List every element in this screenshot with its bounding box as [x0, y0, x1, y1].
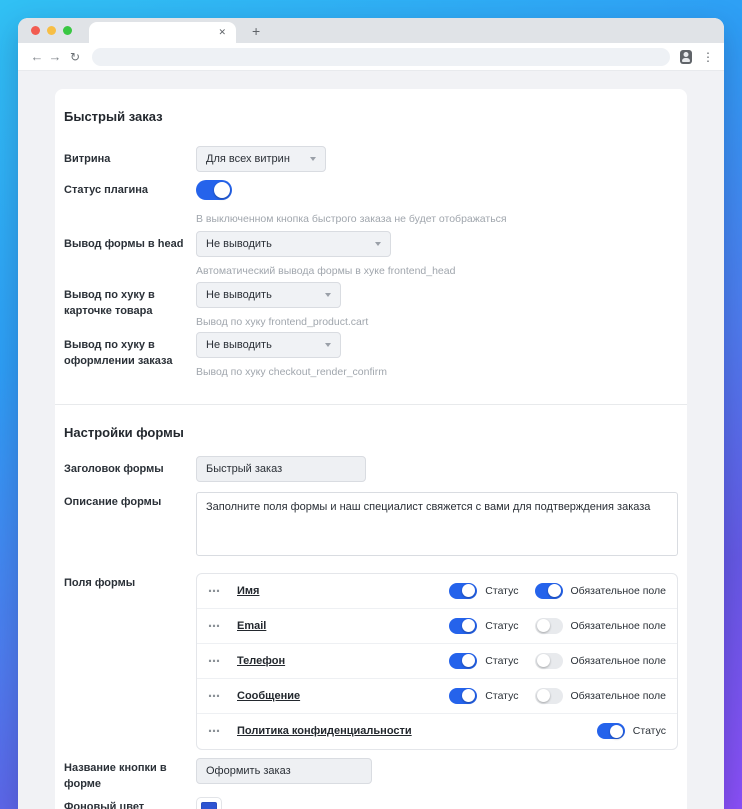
button-bg-color-swatch [201, 802, 217, 809]
field-required-label: Обязательное поле [571, 620, 667, 632]
field-row-message: ⋯ Сообщение Статус Обязательное поле [197, 679, 677, 714]
product-hook-select[interactable]: Не выводить [196, 282, 341, 308]
form-fields-list: ⋯ Имя Статус Обязательное поле ⋯ Em [196, 573, 678, 750]
field-required-toggle[interactable] [535, 583, 563, 599]
plugin-status-help: В выключенном кнопка быстрого заказа не … [196, 213, 678, 227]
product-hook-label: Вывод по хуку в карточке товара [64, 282, 196, 330]
row-button-bg-color: Фоновый цвет кнопки [64, 797, 678, 809]
chevron-down-icon [375, 242, 381, 246]
button-bg-color-picker[interactable] [196, 797, 222, 809]
field-required-toggle[interactable] [535, 688, 563, 704]
field-required-label: Обязательное поле [571, 690, 667, 702]
row-form-title: Заголовок формы [64, 456, 678, 482]
field-name-link[interactable]: Email [237, 620, 266, 632]
field-row-phone: ⋯ Телефон Статус Обязательное поле [197, 644, 677, 679]
product-hook-help: Вывод по хуку frontend_product.cart [196, 316, 678, 330]
field-status-toggle[interactable] [449, 618, 477, 634]
browser-window: ✕ + ← → ↻ ⋮ Быстрый заказ Витрина Для вс… [18, 18, 724, 809]
field-row-email: ⋯ Email Статус Обязательное поле [197, 609, 677, 644]
forward-icon[interactable]: → [46, 50, 64, 63]
minimize-window-button[interactable] [47, 26, 56, 35]
field-status-toggle[interactable] [449, 653, 477, 669]
field-name-link[interactable]: Сообщение [237, 690, 300, 702]
field-required-label: Обязательное поле [571, 655, 667, 667]
close-window-button[interactable] [31, 26, 40, 35]
new-tab-button[interactable]: + [248, 22, 264, 40]
field-row-privacy-policy: ⋯ Политика конфиденциальности Статус [197, 714, 677, 749]
traffic-lights [31, 26, 72, 35]
field-status-toggle[interactable] [449, 688, 477, 704]
drag-handle-icon[interactable]: ⋯ [208, 724, 221, 738]
showcase-select-value: Для всех витрин [206, 153, 290, 165]
section-title-quick-order: Быстрый заказ [64, 109, 678, 124]
field-name-link[interactable]: Имя [237, 585, 259, 597]
zoom-window-button[interactable] [63, 26, 72, 35]
field-row-name: ⋯ Имя Статус Обязательное поле [197, 574, 677, 609]
product-hook-select-value: Не выводить [206, 289, 272, 301]
tab-strip: ✕ + [18, 18, 724, 43]
field-name-link[interactable]: Политика конфиденциальности [237, 725, 412, 737]
field-status-label: Статус [485, 585, 518, 597]
field-status-toggle[interactable] [449, 583, 477, 599]
head-output-select-value: Не выводить [206, 238, 272, 250]
browser-menu-icon[interactable]: ⋮ [702, 51, 714, 63]
address-bar-input[interactable] [92, 48, 670, 66]
button-bg-color-label: Фоновый цвет кнопки [64, 797, 196, 809]
form-description-textarea[interactable]: Заполните поля формы и наш специалист св… [196, 492, 678, 556]
page-content: Быстрый заказ Витрина Для всех витрин Ст… [18, 71, 724, 809]
drag-handle-icon[interactable]: ⋯ [208, 654, 221, 668]
plugin-status-label: Статус плагина [64, 180, 196, 227]
profile-icon[interactable] [680, 50, 692, 64]
drag-handle-icon[interactable]: ⋯ [208, 619, 221, 633]
field-name-link[interactable]: Телефон [237, 655, 285, 667]
form-title-label: Заголовок формы [64, 456, 196, 482]
showcase-select[interactable]: Для всех витрин [196, 146, 326, 172]
field-status-toggle[interactable] [597, 723, 625, 739]
browser-tab[interactable]: ✕ [89, 22, 236, 43]
row-head-output: Вывод формы в head Не выводить Автоматич… [64, 231, 678, 279]
checkout-hook-select-value: Не выводить [206, 339, 272, 351]
field-required-label: Обязательное поле [571, 585, 667, 597]
section-divider [55, 404, 687, 405]
head-output-select[interactable]: Не выводить [196, 231, 391, 257]
checkout-hook-help: Вывод по хуку checkout_render_confirm [196, 366, 678, 380]
drag-handle-icon[interactable]: ⋯ [208, 689, 221, 703]
reload-icon[interactable]: ↻ [66, 50, 84, 64]
row-plugin-status: Статус плагина В выключенном кнопка быст… [64, 180, 678, 227]
button-name-label: Название кнопки в форме [64, 758, 196, 793]
field-status-label: Статус [633, 725, 666, 737]
row-showcase: Витрина Для всех витрин [64, 146, 678, 172]
checkout-hook-select[interactable]: Не выводить [196, 332, 341, 358]
browser-toolbar: ← → ↻ ⋮ [18, 43, 724, 71]
field-required-toggle[interactable] [535, 618, 563, 634]
field-required-toggle[interactable] [535, 653, 563, 669]
tab-close-icon[interactable]: ✕ [216, 25, 228, 40]
plugin-status-toggle[interactable] [196, 180, 232, 200]
back-icon[interactable]: ← [28, 50, 46, 63]
head-output-label: Вывод формы в head [64, 231, 196, 279]
settings-card: Быстрый заказ Витрина Для всех витрин Ст… [55, 89, 687, 809]
drag-handle-icon[interactable]: ⋯ [208, 584, 221, 598]
button-name-input[interactable] [196, 758, 372, 784]
form-fields-label: Поля формы [64, 573, 196, 750]
head-output-help: Автоматический вывода формы в хуке front… [196, 265, 678, 279]
row-checkout-hook: Вывод по хуку в оформлении заказа Не выв… [64, 332, 678, 380]
field-status-label: Статус [485, 655, 518, 667]
field-status-label: Статус [485, 620, 518, 632]
form-title-input[interactable] [196, 456, 366, 482]
row-product-hook: Вывод по хуку в карточке товара Не вывод… [64, 282, 678, 330]
section-title-form-settings: Настройки формы [64, 425, 678, 440]
field-status-label: Статус [485, 690, 518, 702]
chevron-down-icon [325, 343, 331, 347]
row-form-fields: Поля формы ⋯ Имя Статус Обязательное пол… [64, 573, 678, 750]
row-button-name: Название кнопки в форме [64, 758, 678, 793]
form-description-label: Описание формы [64, 492, 196, 561]
checkout-hook-label: Вывод по хуку в оформлении заказа [64, 332, 196, 380]
chevron-down-icon [310, 157, 316, 161]
chevron-down-icon [325, 293, 331, 297]
showcase-label: Витрина [64, 146, 196, 172]
row-form-description: Описание формы Заполните поля формы и на… [64, 492, 678, 561]
